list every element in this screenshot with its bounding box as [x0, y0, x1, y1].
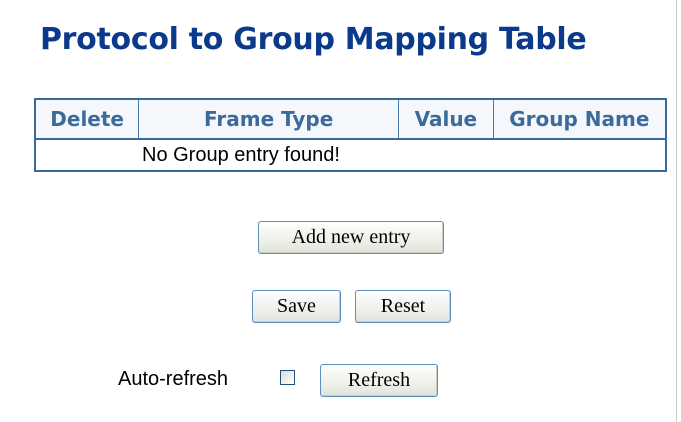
column-header-value: Value — [397, 99, 494, 140]
reset-button[interactable]: Reset — [355, 290, 451, 323]
protocol-group-mapping-table: Delete Frame Type Value Group Name No Gr… — [34, 98, 667, 172]
empty-table-message: No Group entry found! — [142, 143, 340, 166]
refresh-button[interactable]: Refresh — [320, 364, 438, 397]
save-button[interactable]: Save — [252, 290, 341, 323]
auto-refresh-label: Auto-refresh — [118, 368, 229, 390]
page-title: Protocol to Group Mapping Table — [40, 22, 587, 57]
table-header-row: Delete Frame Type Value Group Name — [34, 99, 667, 140]
add-new-entry-button[interactable]: Add new entry — [258, 221, 444, 254]
table-row: No Group entry found! — [35, 139, 666, 171]
auto-refresh-checkbox[interactable] — [280, 370, 295, 385]
column-header-delete: Delete — [34, 99, 140, 140]
column-header-frame-type: Frame Type — [138, 99, 399, 140]
column-header-group-name: Group Name — [492, 99, 667, 140]
right-divider — [676, 0, 677, 422]
